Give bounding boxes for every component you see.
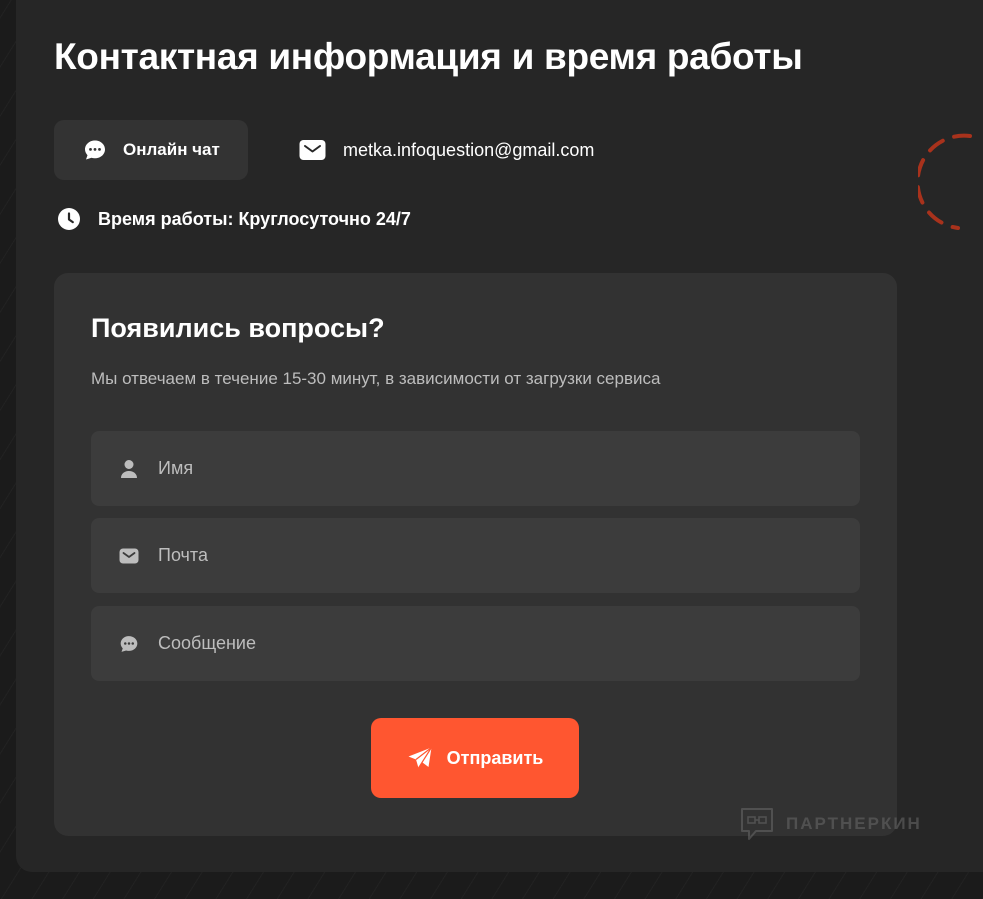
working-hours: Время работы: Круглосуточно 24/7 [57, 207, 411, 231]
submit-button[interactable]: Отправить [371, 718, 579, 798]
watermark: ПАРТНЕРКИН [738, 804, 922, 844]
clock-icon [57, 207, 81, 231]
envelope-icon [119, 546, 139, 566]
watermark-text: ПАРТНЕРКИН [786, 814, 922, 833]
chat-bubble-icon [83, 138, 107, 162]
email-link[interactable]: metka.infoquestion@gmail.com [299, 138, 594, 162]
chat-bubble-icon [119, 634, 139, 654]
question-form: Появились вопросы? Мы отвечаем в течение… [54, 273, 897, 836]
online-chat-label: Онлайн чат [123, 140, 220, 159]
email-input[interactable] [156, 517, 860, 594]
name-field[interactable] [91, 430, 860, 507]
working-hours-label: Время работы: Круглосуточно 24/7 [98, 208, 411, 229]
page-title: Контактная информация и время работы [54, 36, 803, 77]
form-title: Появились вопросы? [91, 313, 385, 343]
form-subtitle: Мы отвечаем в течение 15-30 минут, в зав… [91, 369, 661, 388]
message-input[interactable] [156, 605, 860, 682]
message-field[interactable] [91, 605, 860, 682]
online-chat-button[interactable]: Онлайн чат [54, 120, 248, 180]
email-field[interactable] [91, 517, 860, 594]
email-address: metka.infoquestion@gmail.com [343, 139, 595, 160]
decorative-arc [918, 133, 972, 230]
watermark-logo-icon [738, 805, 776, 843]
name-input[interactable] [156, 430, 860, 507]
envelope-icon [299, 139, 326, 161]
user-icon [119, 459, 139, 479]
paper-plane-icon [407, 746, 433, 770]
submit-label: Отправить [446, 747, 544, 768]
